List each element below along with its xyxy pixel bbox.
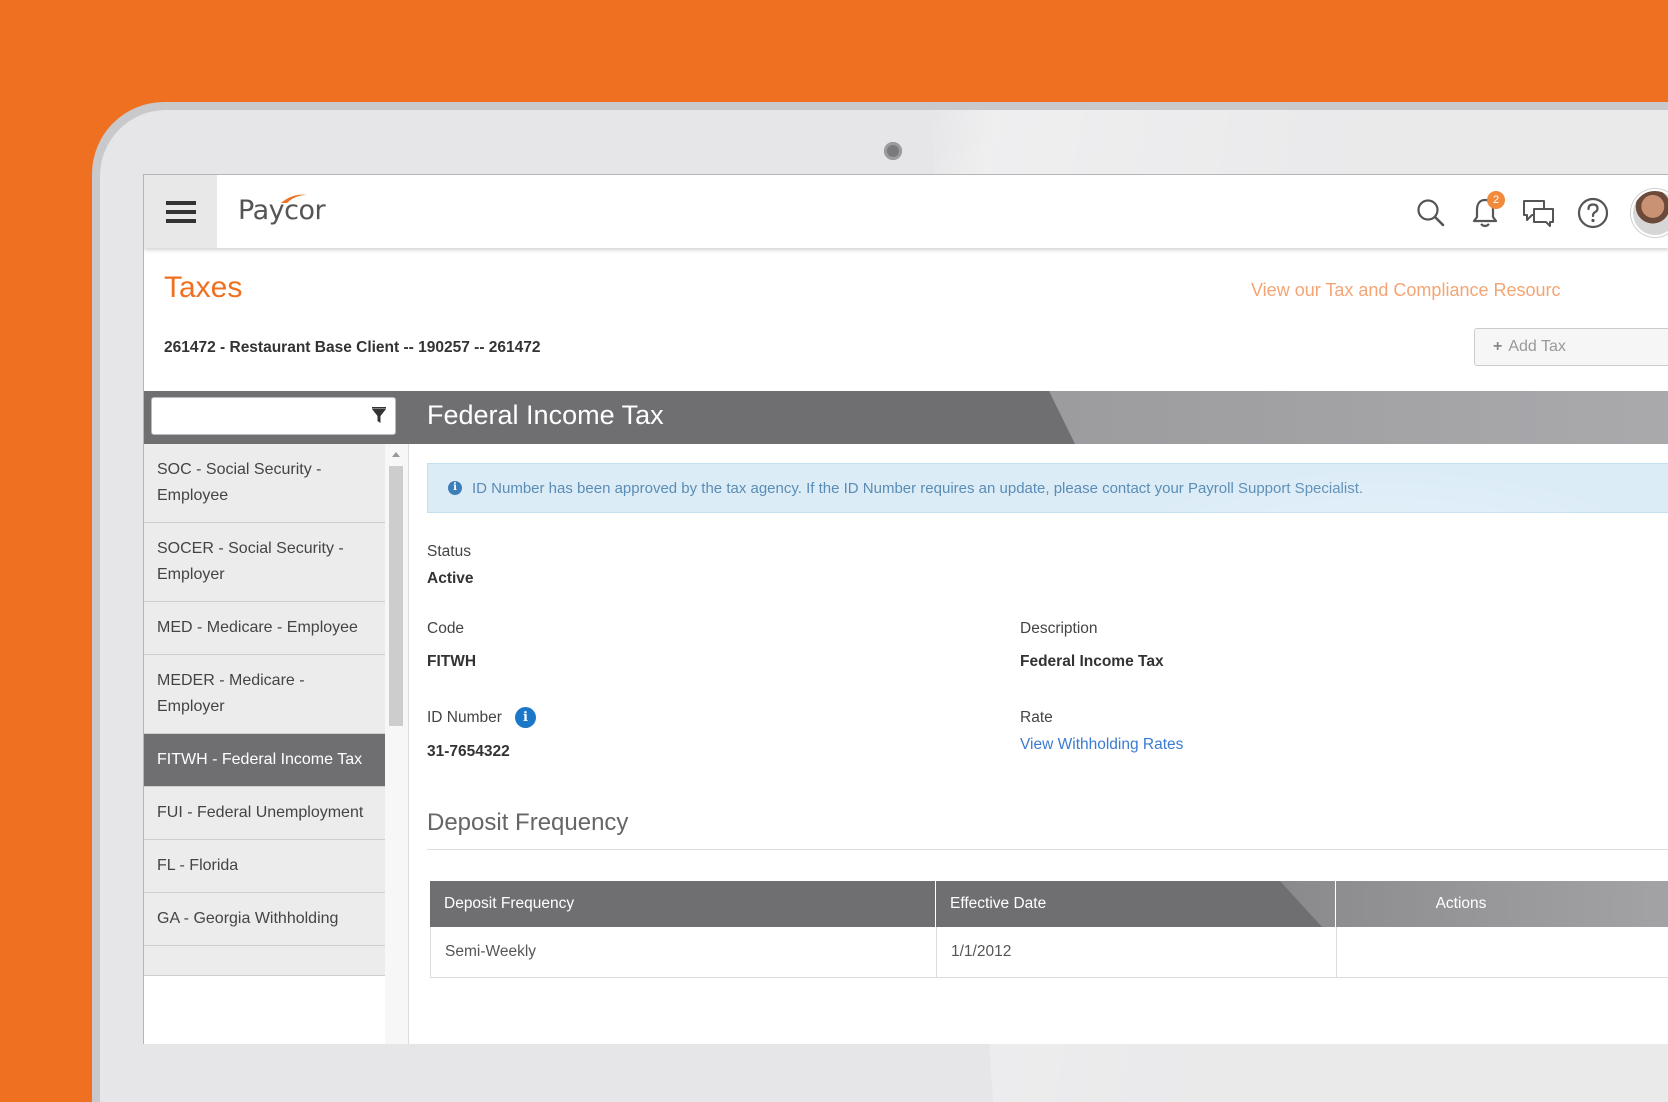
search-icon	[1417, 199, 1445, 227]
header-actions: 2	[1399, 189, 1668, 237]
rate-label: Rate	[1020, 709, 1053, 726]
filter-icon	[372, 407, 386, 423]
list-item-label: FITWH - Federal Income Tax	[157, 751, 363, 768]
list-item-label: SOC - Social Security - Employee	[157, 461, 322, 504]
tax-list-item-next[interactable]	[144, 946, 385, 976]
status-label: Status	[427, 543, 471, 560]
header-band-highlight	[1049, 391, 1668, 444]
id-number-value: 31-7654322	[427, 743, 510, 760]
table-header: Deposit Frequency Effective Date Actions	[430, 881, 1668, 927]
list-item-label: GA - Georgia Withholding	[157, 910, 339, 927]
scrollbar-thumb[interactable]	[389, 466, 403, 726]
add-tax-label: Add Tax	[1508, 338, 1566, 355]
logo-swoosh-icon	[281, 194, 307, 203]
id-approved-alert: i ID Number has been approved by the tax…	[427, 463, 1668, 513]
tax-compliance-resources-link[interactable]: View our Tax and Compliance Resourc	[1251, 280, 1561, 301]
tax-detail-title: Federal Income Tax	[427, 400, 664, 430]
plus-icon: +	[1493, 338, 1503, 355]
tax-list-item-fui[interactable]: FUI - Federal Unemployment	[144, 787, 385, 840]
description-label: Description	[1020, 620, 1098, 637]
list-item-label: SOCER - Social Security - Employer	[157, 540, 344, 583]
help-button[interactable]	[1571, 191, 1615, 235]
tax-list-item-fitwh[interactable]: FITWH - Federal Income Tax	[144, 734, 385, 787]
list-item-label: MEDER - Medicare - Employer	[157, 672, 305, 715]
tax-filter-select[interactable]	[151, 397, 396, 435]
paycor-logo[interactable]: Paycor	[238, 194, 326, 226]
notification-badge: 2	[1487, 191, 1505, 209]
app-screen: Paycor 2 Taxes View our Tax and Complian…	[143, 174, 1668, 1044]
page-title: Taxes	[164, 271, 243, 304]
code-label: Code	[427, 620, 465, 637]
search-button[interactable]	[1409, 191, 1453, 235]
scroll-up-icon[interactable]	[392, 452, 400, 457]
table-row[interactable]: Semi-Weekly 1/1/2012	[430, 927, 1668, 978]
client-identifier: 261472 - Restaurant Base Client -- 19025…	[164, 339, 541, 356]
code-value: FITWH	[427, 653, 477, 670]
tax-list-sidebar: SOC - Social Security - Employee SOCER -…	[144, 444, 409, 1044]
chat-icon	[1523, 200, 1554, 227]
user-avatar[interactable]	[1631, 189, 1668, 237]
messages-button[interactable]	[1517, 191, 1561, 235]
tax-list-item-meder[interactable]: MEDER - Medicare - Employer	[144, 655, 385, 734]
column-header-actions: Actions	[1435, 895, 1487, 912]
notifications-button[interactable]: 2	[1463, 191, 1507, 235]
cell-effective-date: 1/1/2012	[937, 927, 1337, 977]
top-navigation-bar: Paycor 2	[144, 175, 1668, 248]
sidebar-scrollbar[interactable]	[389, 452, 403, 1044]
add-tax-button[interactable]: + Add Tax	[1474, 328, 1668, 366]
deposit-frequency-section-title: Deposit Frequency	[427, 809, 629, 836]
id-number-label: ID Number	[427, 709, 502, 726]
list-item-label: FL - Florida	[157, 857, 239, 874]
tax-list-item-soc[interactable]: SOC - Social Security - Employee	[144, 444, 385, 523]
cell-deposit-frequency: Semi-Weekly	[431, 927, 937, 977]
column-header-effective-date[interactable]: Effective Date	[936, 881, 1336, 927]
tax-list-item-med[interactable]: MED - Medicare - Employee	[144, 602, 385, 655]
tax-list-item-fl[interactable]: FL - Florida	[144, 840, 385, 893]
id-number-info-icon[interactable]: i	[515, 707, 536, 728]
alert-message: ID Number has been approved by the tax a…	[472, 479, 1364, 497]
description-value: Federal Income Tax	[1020, 653, 1164, 670]
list-item-label: FUI - Federal Unemployment	[157, 804, 364, 821]
hamburger-menu-button[interactable]	[144, 175, 217, 248]
tax-list-item-socer[interactable]: SOCER - Social Security - Employer	[144, 523, 385, 602]
column-header-deposit-frequency[interactable]: Deposit Frequency	[430, 881, 936, 927]
list-item-label: MED - Medicare - Employee	[157, 619, 358, 636]
tax-list: SOC - Social Security - Employee SOCER -…	[144, 444, 385, 976]
section-divider	[427, 849, 1668, 850]
info-icon: i	[448, 481, 462, 495]
status-value: Active	[427, 570, 474, 587]
camera-icon	[884, 142, 902, 160]
view-withholding-rates-link[interactable]: View Withholding Rates	[1020, 736, 1183, 754]
deposit-frequency-table: Deposit Frequency Effective Date Actions…	[430, 881, 1668, 978]
cell-actions[interactable]	[1337, 927, 1597, 977]
help-icon	[1577, 197, 1609, 229]
hamburger-icon	[165, 200, 196, 223]
tax-list-item-ga[interactable]: GA - Georgia Withholding	[144, 893, 385, 946]
